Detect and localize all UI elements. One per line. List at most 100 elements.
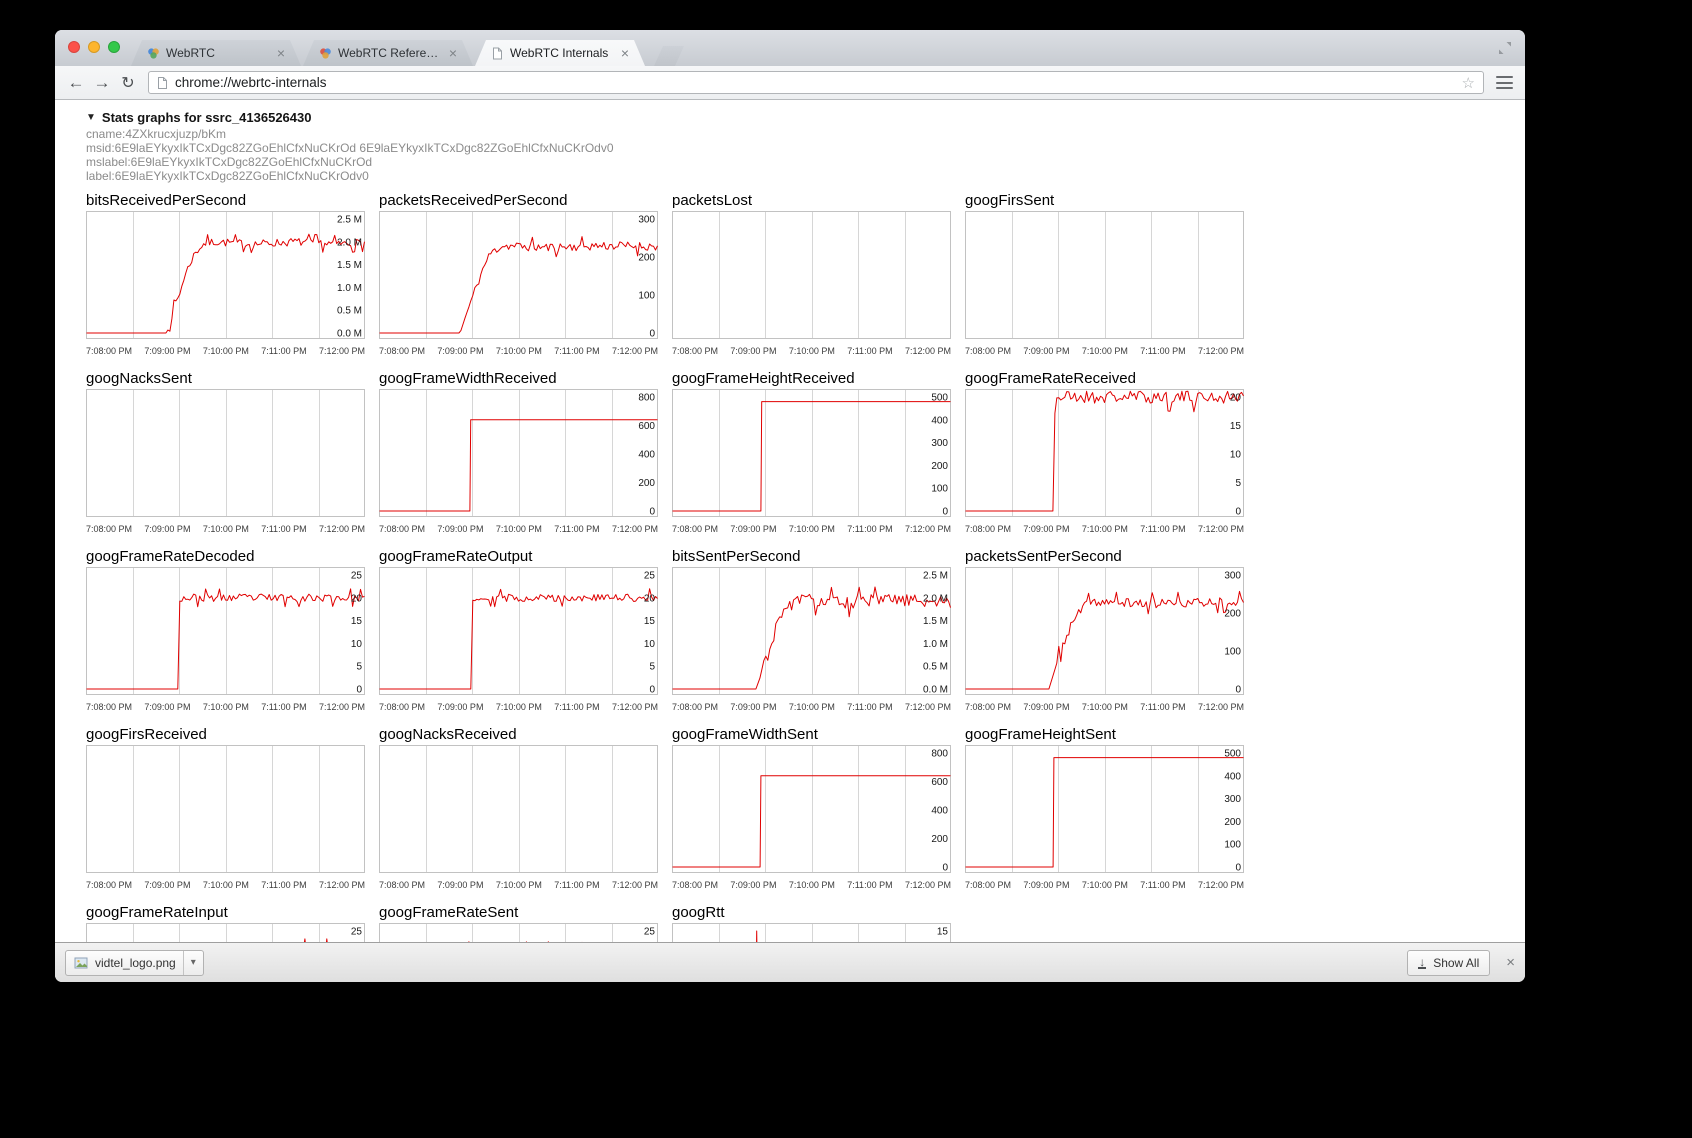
y-tick-label: 20: [644, 593, 656, 604]
chart-title: googFrameWidthReceived: [379, 371, 658, 387]
x-tick-label: 7:10:00 PM: [496, 701, 542, 713]
y-tick-label: 0: [1235, 507, 1241, 518]
chart-googFrameRateSent: googFrameRateSent25201510507:08:00 PM7:0…: [379, 905, 658, 942]
chart-title: googFrameHeightReceived: [672, 371, 951, 387]
x-tick-label: 7:12:00 PM: [612, 879, 658, 891]
y-tick-label: 25: [351, 571, 363, 582]
y-tick-label: 200: [638, 253, 655, 264]
chart-plot: 20151050: [965, 389, 1244, 517]
download-filename: vidtel_logo.png: [95, 956, 176, 970]
y-tick-label: 400: [1224, 771, 1241, 782]
tab-webrtc[interactable]: WebRTC ×: [131, 40, 301, 66]
y-tick-label: 5: [356, 662, 362, 673]
chart-title: packetsReceivedPerSecond: [379, 193, 658, 209]
show-all-label: Show All: [1433, 956, 1479, 970]
new-tab-button[interactable]: [654, 46, 684, 66]
chart-googFrameRateDecoded: googFrameRateDecoded 2520151050 7:08:00 PM…: [86, 549, 365, 713]
minimize-window-button[interactable]: [88, 41, 100, 53]
x-tick-label: 7:10:00 PM: [789, 879, 835, 891]
back-icon: ←: [68, 73, 85, 93]
chart-googFirsSent: googFirsSent7:08:00 PM7:09:00 PM7:10:00 …: [965, 193, 1244, 357]
forward-button[interactable]: →: [89, 70, 115, 96]
x-tick-label: 7:12:00 PM: [905, 523, 951, 535]
y-tick-label: 0: [942, 863, 948, 874]
x-tick-label: 7:12:00 PM: [319, 345, 365, 357]
tab-label: WebRTC: [166, 46, 271, 60]
tab-webrtc-reference-app[interactable]: WebRTC Reference App ×: [303, 40, 473, 66]
tab-webrtc-internals[interactable]: WebRTC Internals ×: [475, 40, 645, 66]
chart-googFrameWidthReceived: googFrameWidthReceived80060040020007:08:…: [379, 371, 658, 535]
x-tick-label: 7:08:00 PM: [965, 701, 1011, 713]
x-tick-label: 7:11:00 PM: [554, 523, 599, 535]
y-tick-label: 500: [931, 393, 948, 404]
chart-title: packetsSentPerSecond: [965, 549, 1244, 565]
back-button[interactable]: ←: [63, 70, 89, 96]
chart-googFrameHeightSent: googFrameHeightSent50040030020010007:08:…: [965, 727, 1244, 891]
x-tick-label: 7:12:00 PM: [612, 523, 658, 535]
reload-button[interactable]: ↻: [115, 70, 141, 96]
y-tick-label: 200: [1224, 609, 1241, 620]
y-tick-label: 0: [1235, 685, 1241, 696]
menu-icon[interactable]: [1491, 70, 1517, 96]
close-window-button[interactable]: [68, 41, 80, 53]
x-tick-label: 7:10:00 PM: [1082, 523, 1128, 535]
y-tick-label: 15: [937, 927, 949, 938]
y-tick-label: 400: [931, 806, 948, 817]
chart-plot: 8006004002000: [379, 389, 658, 517]
chart-plot: 5004003002001000: [672, 389, 951, 517]
chevron-down-icon[interactable]: ▾: [183, 951, 203, 975]
x-tick-label: 7:11:00 PM: [1140, 345, 1185, 357]
reload-icon: ↻: [121, 73, 134, 93]
close-tab-icon[interactable]: ×: [621, 46, 629, 60]
stats-graphs-header[interactable]: ▼ Stats graphs for ssrc_4136526430: [86, 110, 1525, 125]
y-tick-label: 800: [638, 393, 655, 404]
fullscreen-icon[interactable]: [1498, 41, 1512, 55]
bookmark-star-icon[interactable]: ☆: [1462, 74, 1475, 92]
y-tick-label: 15: [351, 616, 363, 627]
x-tick-label: 7:12:00 PM: [319, 879, 365, 891]
x-tick-label: 7:10:00 PM: [496, 345, 542, 357]
x-axis-labels: 7:08:00 PM7:09:00 PM7:10:00 PM7:11:00 PM…: [965, 345, 1244, 357]
y-tick-label: 2.5 M: [923, 571, 948, 582]
x-tick-label: 7:08:00 PM: [86, 701, 132, 713]
download-item[interactable]: vidtel_logo.png ▾: [65, 950, 204, 976]
x-tick-label: 7:08:00 PM: [672, 701, 718, 713]
chart-title: googFrameRateDecoded: [86, 549, 365, 565]
y-tick-label: 10: [644, 639, 656, 650]
chart-plot: 5004003002001000: [965, 745, 1244, 873]
x-tick-label: 7:09:00 PM: [730, 523, 776, 535]
tab-label: WebRTC Reference App: [338, 46, 443, 60]
close-downloads-icon[interactable]: ×: [1506, 954, 1515, 971]
x-tick-label: 7:09:00 PM: [437, 523, 483, 535]
y-tick-label: 0.0 M: [337, 329, 362, 340]
tab-bar: WebRTC × WebRTC Reference App × WebRTC I…: [55, 30, 1525, 66]
x-tick-label: 7:12:00 PM: [319, 523, 365, 535]
y-tick-label: 20: [1230, 393, 1242, 404]
x-tick-label: 7:10:00 PM: [203, 879, 249, 891]
zoom-window-button[interactable]: [108, 41, 120, 53]
x-tick-label: 7:08:00 PM: [965, 879, 1011, 891]
y-tick-label: 0.5 M: [923, 662, 948, 673]
chart-title: googFirsReceived: [86, 727, 365, 743]
download-icon: ↓: [1418, 957, 1426, 969]
close-tab-icon[interactable]: ×: [449, 46, 457, 60]
y-tick-label: 200: [931, 461, 948, 472]
x-tick-label: 7:11:00 PM: [1140, 701, 1185, 713]
navigation-toolbar: ← → ↻ chrome://webrtc-internals ☆: [55, 66, 1525, 100]
y-tick-label: 0: [649, 329, 655, 340]
x-tick-label: 7:08:00 PM: [86, 523, 132, 535]
x-tick-label: 7:12:00 PM: [612, 701, 658, 713]
chart-googRtt: googRtt1510507:08:00 PM7:09:00 PM7:10:00…: [672, 905, 951, 942]
chart-plot: 2520151050: [86, 567, 365, 695]
browser-window: WebRTC × WebRTC Reference App × WebRTC I…: [55, 30, 1525, 982]
address-bar[interactable]: chrome://webrtc-internals ☆: [148, 71, 1484, 94]
x-tick-label: 7:11:00 PM: [261, 345, 306, 357]
x-axis-labels: 7:08:00 PM7:09:00 PM7:10:00 PM7:11:00 PM…: [965, 701, 1244, 713]
close-tab-icon[interactable]: ×: [277, 46, 285, 60]
y-tick-label: 200: [1224, 817, 1241, 828]
show-all-button[interactable]: ↓ Show All: [1407, 950, 1490, 976]
x-tick-label: 7:10:00 PM: [789, 701, 835, 713]
downloads-bar-right: ↓ Show All ×: [1407, 950, 1515, 976]
y-tick-label: 100: [638, 291, 655, 302]
y-tick-label: 800: [931, 749, 948, 760]
